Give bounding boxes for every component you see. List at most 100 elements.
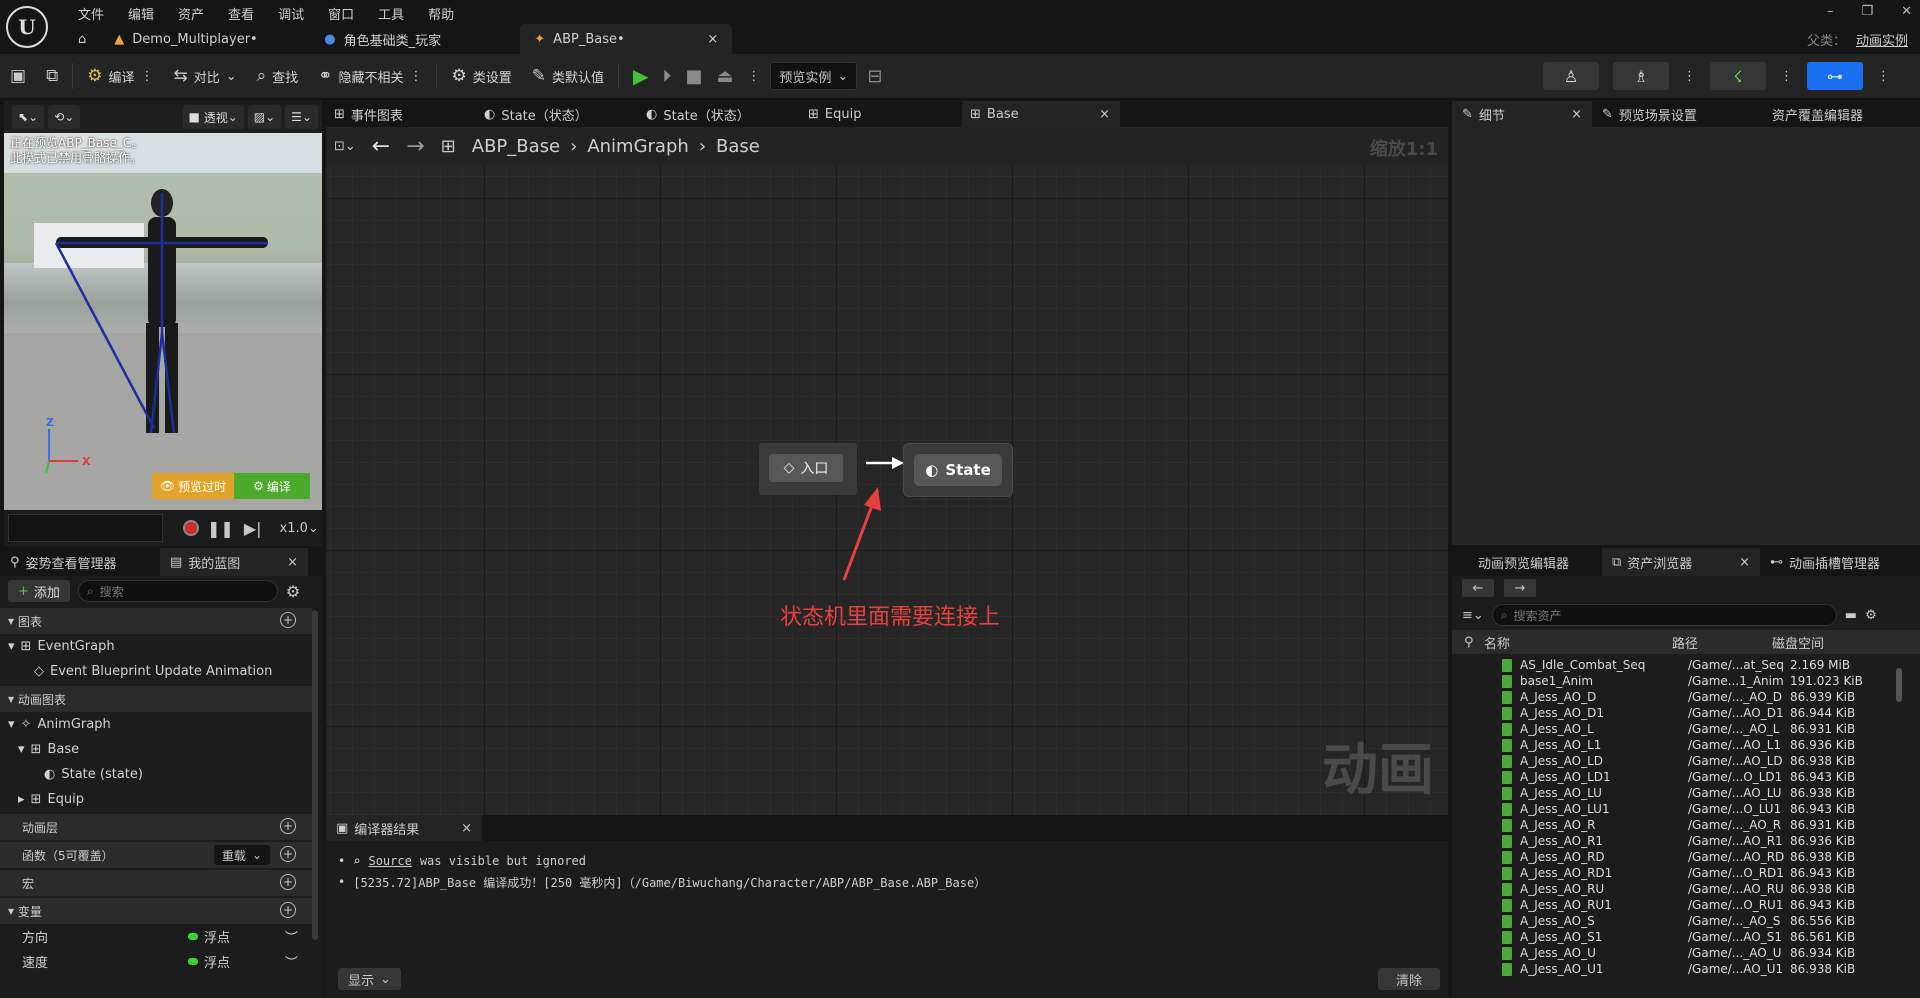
breadcrumb-mid[interactable]: AnimGraph [587,136,688,157]
add-variable-icon[interactable]: + [280,902,296,918]
animation-mode-button[interactable]: ☇ [1710,62,1766,90]
add-button[interactable]: + 添加 [8,580,70,602]
unreal-logo-icon[interactable]: U [6,6,48,48]
visibility-icon[interactable]: ︶ [285,952,298,971]
preview-instance-dropdown[interactable]: 预览实例 ⌄ [770,62,858,90]
menu-debug[interactable]: 调试 [266,4,316,23]
scrollbar[interactable] [312,610,318,940]
asset-row[interactable]: A_Jess_AO_LD1/Game/...O_LD1 86.943 KiB [1452,769,1920,785]
more-icon[interactable]: ⋮ [1780,69,1793,84]
visibility-icon[interactable]: ︶ [285,927,298,946]
play-icon[interactable]: ▶ [633,64,648,88]
menu-file[interactable]: 文件 [66,4,116,23]
col-name[interactable]: 名称 [1484,633,1672,652]
more-icon[interactable]: ⋮ [140,69,153,84]
breadcrumb-leaf[interactable]: Base [716,136,760,157]
more-icon[interactable]: ⋮ [1683,69,1696,84]
col-path[interactable]: 路径 [1672,633,1772,652]
doc-tab-abp-base[interactable]: ✦ ABP_Base• × [520,24,733,54]
timeline-field[interactable] [8,514,163,542]
asset-row[interactable]: A_Jess_AO_U1/Game/...AO_U1 86.938 KiB [1452,961,1920,977]
viewport-rotate-button[interactable]: ⟲ ⌄ [48,105,81,129]
tab-state-1[interactable]: ◐ State（状态） [476,101,638,127]
tree-item-base[interactable]: ▾ ⊞ Base [0,737,312,762]
add-function-icon[interactable]: + [280,846,296,862]
tree-item-eventgraph[interactable]: ▾ ⊞ EventGraph [0,634,312,659]
view-mode-button[interactable]: ▨ ⌄ [247,105,282,129]
menu-edit[interactable]: 编辑 [116,4,166,23]
asset-row[interactable]: A_Jess_AO_RD/Game/...AO_RD 86.938 KiB [1452,849,1920,865]
asset-row[interactable]: A_Jess_AO_L1/Game/...AO_L1 86.936 KiB [1452,737,1920,753]
asset-row[interactable]: A_Jess_AO_S1/Game/...AO_S1 86.561 KiB [1452,929,1920,945]
preview-viewport[interactable]: 正在预览ABP_Base_C。 此模式已禁用骨骼操作。 Z X 👁 预览过时 ⚙ 编… [4,133,322,510]
asset-row[interactable]: A_Jess_AO_S/Game/..._AO_S 86.556 KiB [1452,913,1920,929]
columns-icon[interactable]: ⚲ [1452,635,1484,650]
menu-help[interactable]: 帮助 [416,4,466,23]
forward-arrow-icon[interactable]: → [406,134,424,159]
state-node[interactable]: ◐ State [904,444,1012,496]
asset-row[interactable]: A_Jess_AO_U/Game/..._AO_U 86.934 KiB [1452,945,1920,961]
asset-row[interactable]: A_Jess_AO_RU/Game/...AO_RU 86.938 KiB [1452,881,1920,897]
class-settings-button[interactable]: ⚙ 类设置 [441,54,521,99]
hide-unrelated-button[interactable]: ⚭ 隐藏不相关 ⋮ [308,54,432,99]
filter-icon[interactable]: ≡⌄ [1462,608,1484,623]
parent-class-link[interactable]: 动画实例 [1856,34,1908,49]
tab-equip[interactable]: ⊞ Equip [800,101,962,127]
variable-speed[interactable]: 速度 浮点 ︶ [0,949,312,974]
menu-tools[interactable]: 工具 [366,4,416,23]
show-dropdown[interactable]: 显示 ⌄ [338,968,401,990]
transition-arrow[interactable] [866,457,904,469]
menu-view[interactable]: 查看 [216,4,266,23]
gear-icon[interactable]: ⚙ [286,582,300,601]
asset-row[interactable]: A_Jess_AO_RU1/Game/...O_RU1 86.943 KiB [1452,897,1920,913]
close-icon[interactable]: × [1739,555,1750,570]
tab-my-blueprint[interactable]: ▤ 我的蓝图 × [160,548,308,576]
step-forward-icon[interactable]: ▶| [244,519,262,538]
col-size[interactable]: 磁盘空间 [1772,633,1872,652]
back-arrow-icon[interactable]: ← [372,134,390,159]
tab-pose-watch[interactable]: ⚲ 姿势查看管理器 [0,548,160,576]
asset-row[interactable]: A_Jess_AO_RD1/Game/...O_RD1 86.943 KiB [1452,865,1920,881]
class-defaults-button[interactable]: ✎ 类默认值 [522,54,614,99]
restore-icon[interactable]: ❐ [1861,4,1873,19]
more-icon[interactable]: ⋮ [747,69,760,84]
scrollbar[interactable] [1896,668,1902,702]
viewport-options-button[interactable]: ⬉ ⌄ [12,105,45,129]
save-button[interactable]: ▣ [0,54,36,99]
browse-button[interactable]: ⧉ [36,54,68,99]
tab-preview-scene-settings[interactable]: ✎ 预览场景设置 [1592,101,1762,127]
tree-item-state[interactable]: ◐ State (state) [0,762,312,787]
step-icon[interactable]: ⏵ [662,66,671,87]
asset-row[interactable]: A_Jess_AO_LU1/Game/...O_LU1 86.943 KiB [1452,801,1920,817]
close-icon[interactable]: × [461,821,472,836]
viewport-menu-button[interactable]: ☰ ⌄ [285,105,318,129]
tab-state-2[interactable]: ◐ State（状态） [638,101,800,127]
diff-button[interactable]: ⇆ 对比 ⌄ [163,54,246,99]
blueprint-mode-button[interactable]: ⊶ [1807,62,1863,90]
find-button[interactable]: ⌕ 查找 [247,54,309,99]
variable-direction[interactable]: 方向 浮点 ︶ [0,924,312,949]
section-graphs[interactable]: ▾ 图表 + [0,608,312,634]
asset-row[interactable]: A_Jess_AO_R1/Game/...AO_R1 86.936 KiB [1452,833,1920,849]
asset-row[interactable]: A_Jess_AO_L/Game/..._AO_L 86.931 KiB [1452,721,1920,737]
eject-icon[interactable]: ⏏ [716,66,733,87]
doc-tab-demo-multiplayer[interactable]: ▲ Demo_Multiplayer• [100,24,310,54]
tab-compiler-results[interactable]: ▣ 编译器结果 × [326,815,482,841]
viewport-compile-button[interactable]: ⚙ 编译 [234,473,310,499]
tab-event-graph[interactable]: ⊞ 事件图表 [326,101,476,127]
asset-row[interactable]: A_Jess_AO_D/Game/..._AO_D 86.939 KiB [1452,689,1920,705]
override-dropdown[interactable]: 重载 ⌄ [213,845,270,865]
doc-tab-character[interactable]: ● 角色基础类_玩家 [310,24,520,54]
preview-outdated-button[interactable]: 👁 预览过时 [152,473,234,499]
tree-item-animgraph[interactable]: ▾ ✧ AnimGraph [0,712,312,737]
section-anim-graphs[interactable]: ▾ 动画图表 [0,686,312,712]
close-icon[interactable]: × [287,555,298,570]
more-icon[interactable]: ⋮ [1877,69,1890,84]
close-window-icon[interactable]: ✕ [1901,4,1912,19]
minimize-icon[interactable]: – [1827,4,1834,19]
section-functions[interactable]: 函数（5可覆盖） 重载 ⌄ + [0,842,312,868]
tab-anim-preview-editor[interactable]: 动画预览编辑器 [1452,548,1602,576]
breadcrumb-root[interactable]: ABP_Base [472,136,560,157]
gear-icon[interactable]: ⚙ [1865,608,1877,623]
tab-asset-override-editor[interactable]: 资产覆盖编辑器 [1762,101,1912,127]
